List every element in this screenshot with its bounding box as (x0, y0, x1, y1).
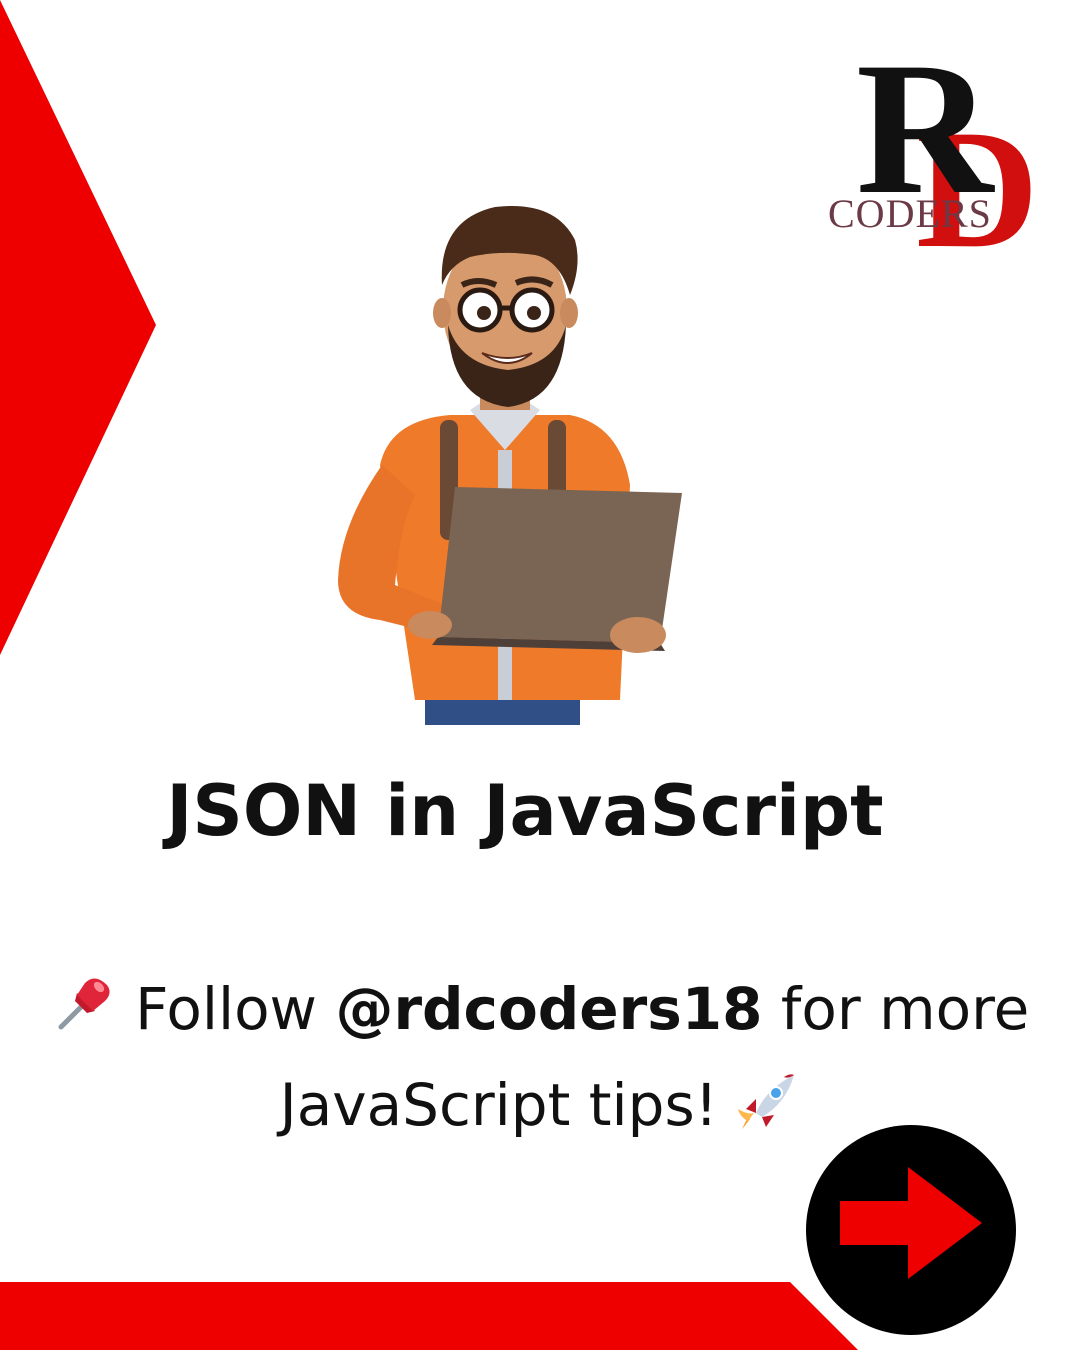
logo-wordmark: CODERS (828, 191, 992, 236)
bottom-red-bar (0, 1282, 858, 1350)
rd-coders-logo: D R CODERS (820, 34, 1050, 274)
cta-line2-text: JavaScript tips! (279, 1071, 718, 1139)
next-arrow-button[interactable] (806, 1125, 1016, 1335)
rocket-icon (736, 1069, 800, 1157)
cta-follow-text: Follow (135, 975, 317, 1043)
pushpin-icon (51, 971, 117, 1061)
social-handle-link[interactable]: @rdcoders18 (335, 975, 762, 1043)
arrow-right-icon (840, 1167, 982, 1279)
developer-with-laptop-illustration (338, 205, 682, 725)
page-title: JSON in JavaScript (166, 770, 884, 852)
left-red-chevron (0, 0, 156, 655)
cta-middle-text: for more (780, 975, 1030, 1043)
